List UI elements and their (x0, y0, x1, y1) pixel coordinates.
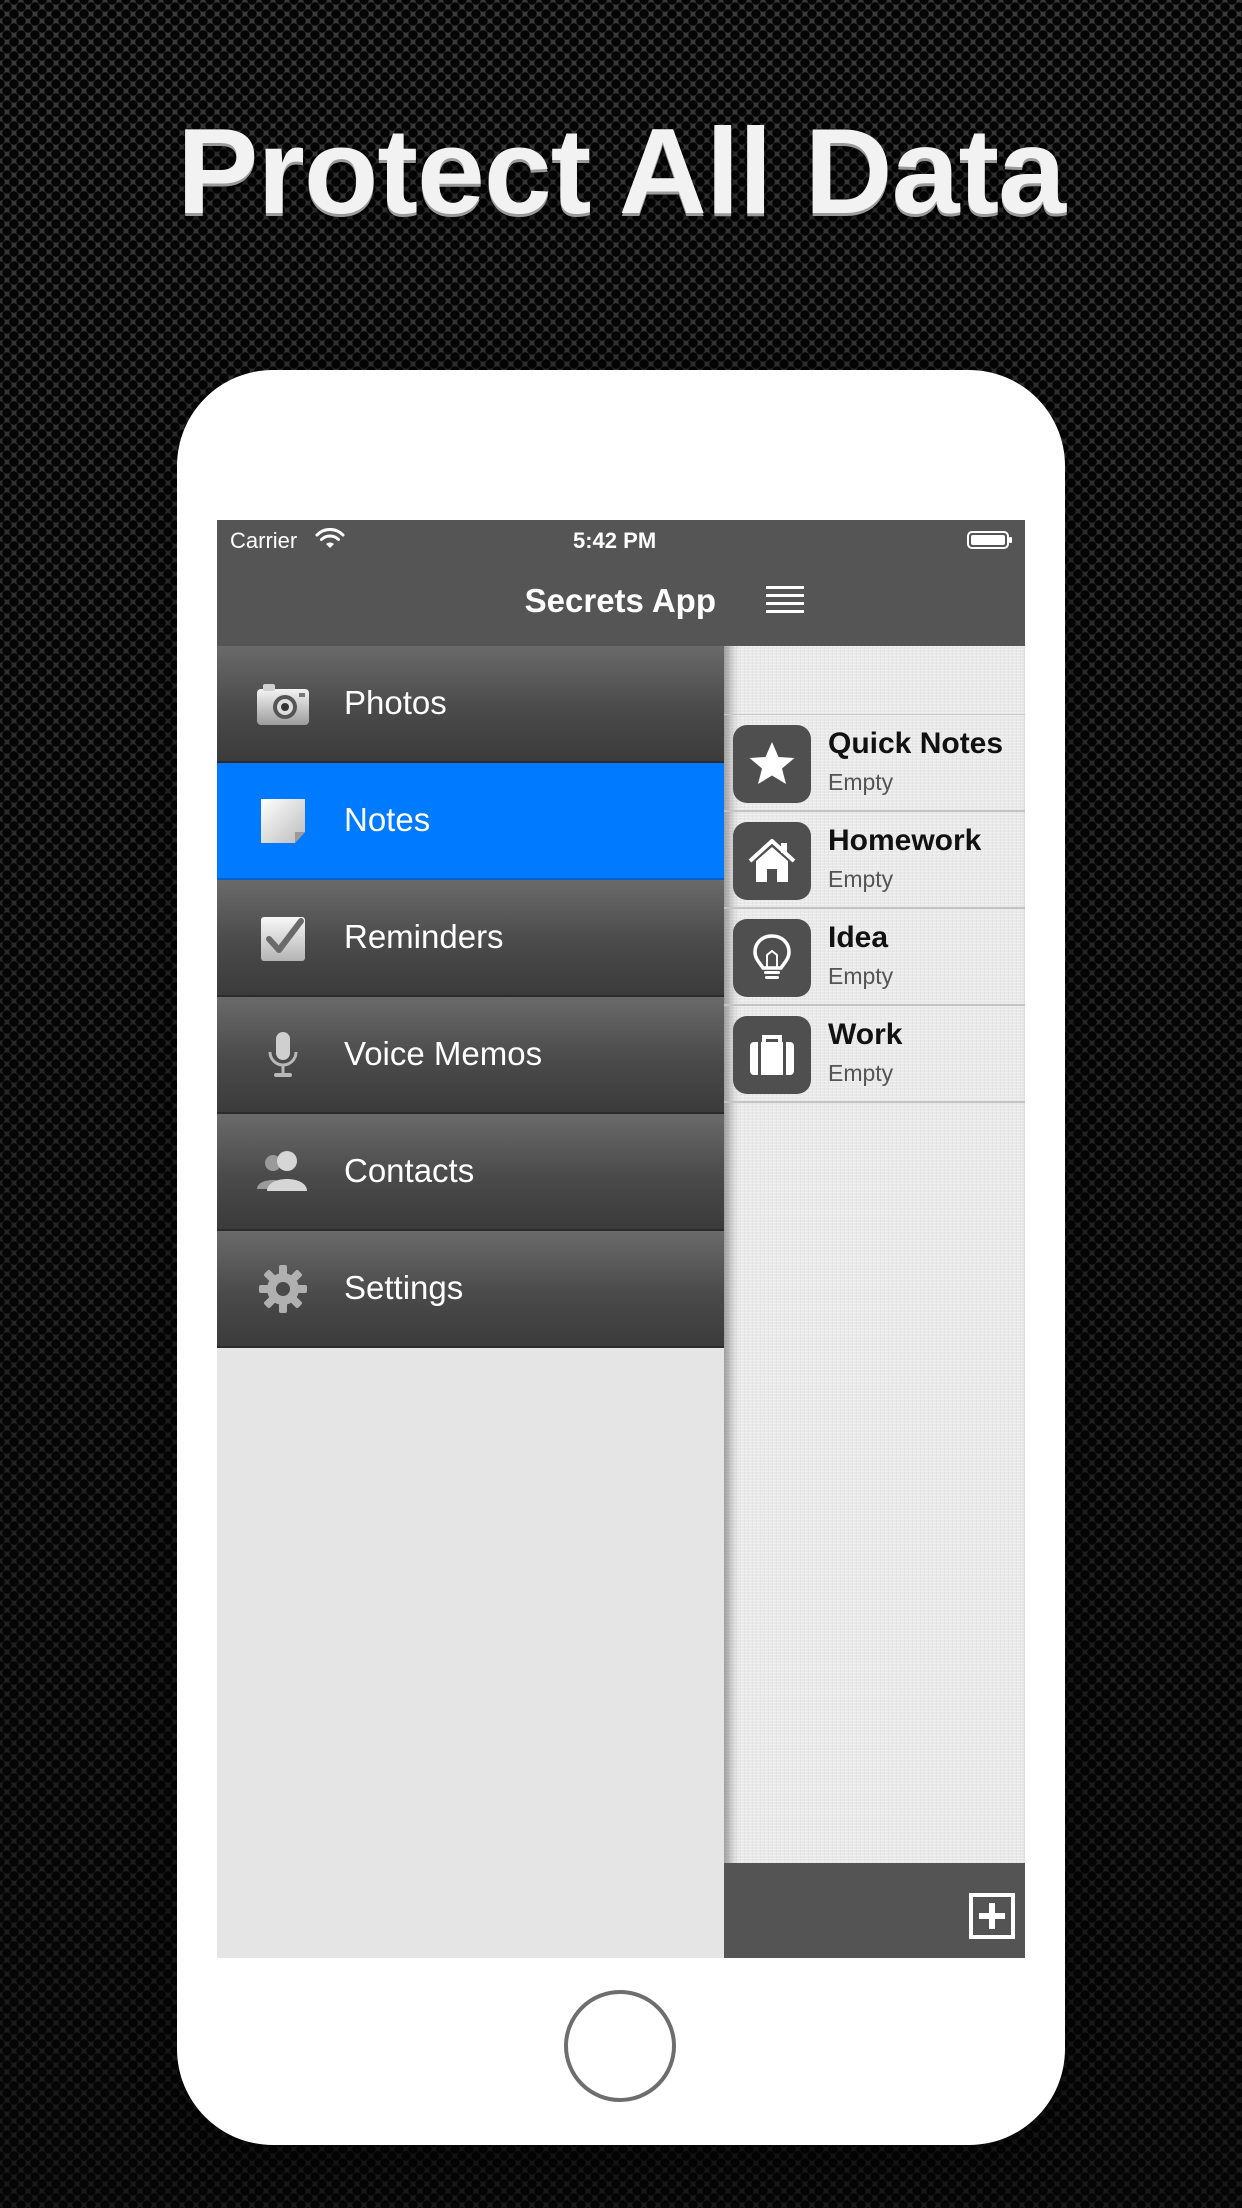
app-title: Secrets App (524, 582, 716, 619)
menu-item-settings[interactable]: Settings (217, 1231, 724, 1348)
menu-item-label: Voice Memos (344, 1035, 543, 1072)
microphone-icon (268, 1032, 298, 1077)
menu-item-notes[interactable]: Notes (217, 763, 724, 880)
phone-frame: Carrier 5:42 PM Secrets App Photos Notes… (177, 370, 1065, 2145)
side-menu: Carrier 5:42 PM Secrets App Photos Notes… (217, 520, 724, 1958)
menu-toggle-icon[interactable] (766, 584, 804, 616)
menu-item-label: Photos (344, 684, 447, 721)
briefcase-icon (750, 1035, 794, 1075)
menu-item-reminders[interactable]: Reminders (217, 880, 724, 997)
status-time: 5:42 PM (573, 528, 657, 553)
add-note-icon[interactable] (969, 1893, 1015, 1939)
battery-icon (967, 531, 1012, 549)
notes-panel-footer (724, 1863, 1025, 1958)
menu-header: Carrier 5:42 PM Secrets App (217, 520, 724, 646)
category-row-quick-notes[interactable]: Quick Notes Empty (724, 715, 1025, 812)
headline: Protect All Data (177, 103, 1066, 239)
category-count: Empty (828, 769, 894, 795)
category-row-idea[interactable]: Idea Empty (724, 909, 1025, 1006)
home-button[interactable] (564, 1990, 676, 2102)
category-row-work[interactable]: Work Empty (724, 1006, 1025, 1103)
category-icon (733, 1016, 811, 1094)
category-icon (733, 822, 811, 900)
camera-icon (257, 684, 309, 725)
wifi-icon (315, 528, 345, 548)
category-icon (733, 919, 811, 997)
menu-item-label: Contacts (344, 1152, 475, 1189)
note-icon (261, 799, 305, 843)
menu-item-label: Settings (344, 1269, 464, 1306)
lightbulb-icon (753, 934, 791, 979)
notes-panel: Quick Notes Empty Homework Empty Idea Em… (724, 520, 1025, 1958)
house-icon (748, 839, 796, 882)
app-screen: Carrier 5:42 PM Secrets App Photos Notes… (217, 520, 1025, 1958)
menu-item-voice-memos[interactable]: Voice Memos (217, 997, 724, 1114)
category-row-homework[interactable]: Homework Empty (724, 812, 1025, 909)
category-count: Empty (828, 1060, 894, 1086)
menu-item-contacts[interactable]: Contacts (217, 1114, 724, 1231)
menu-item-label: Notes (344, 801, 431, 838)
category-count: Empty (828, 866, 894, 892)
panel-spacer (724, 646, 1025, 715)
category-name: Work (828, 1018, 903, 1051)
category-icon (733, 725, 811, 803)
star-icon (749, 742, 795, 784)
status-carrier: Carrier (230, 528, 298, 553)
category-name: Homework (828, 824, 982, 857)
checkbox-icon (261, 917, 305, 961)
gear-icon (259, 1265, 307, 1313)
menu-item-label: Reminders (344, 918, 504, 955)
category-count: Empty (828, 963, 894, 989)
category-name: Idea (828, 921, 889, 954)
menu-item-photos[interactable]: Photos (217, 646, 724, 763)
notes-panel-header (724, 520, 1025, 646)
category-name: Quick Notes (828, 727, 1004, 760)
contacts-icon (257, 1151, 307, 1191)
